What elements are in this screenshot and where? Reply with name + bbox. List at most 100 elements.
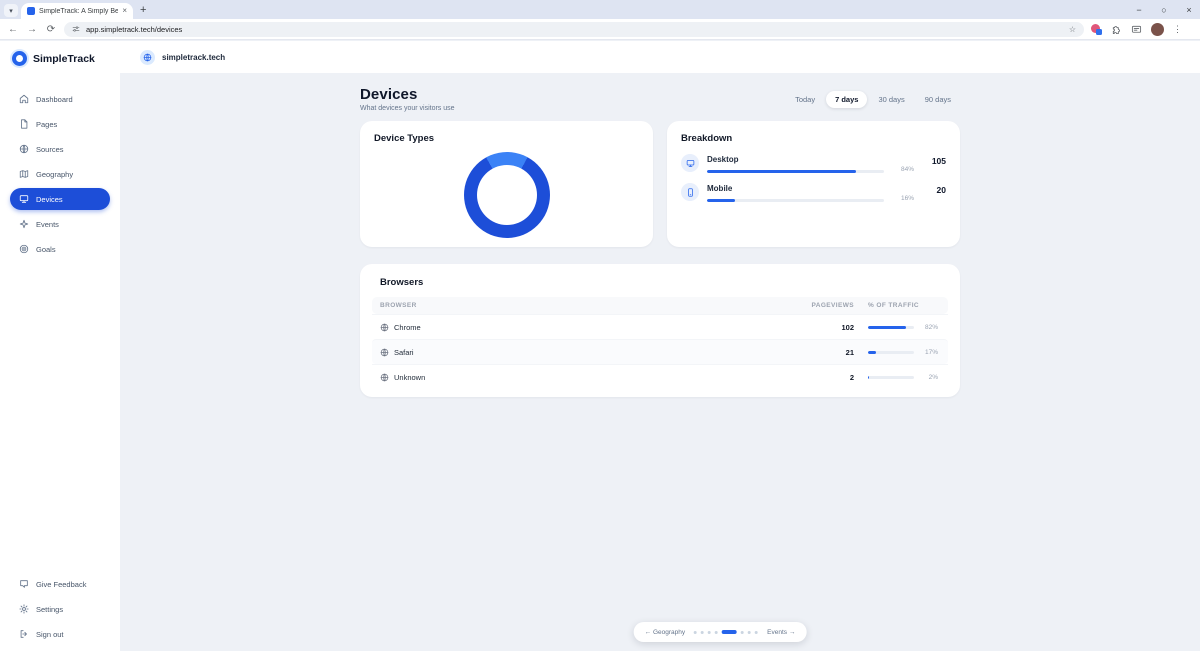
browser-globe-icon [380, 348, 389, 357]
traffic-bar-track [868, 376, 914, 379]
pager-dot[interactable] [748, 631, 751, 634]
browser-name: Safari [394, 348, 414, 357]
breakdown-pct: 16% [892, 195, 914, 202]
col-traffic: % OF TRAFFIC [854, 302, 940, 309]
browser-toolbar: ← → ⟳ app.simpletrack.tech/devices ☆ ⋮ [0, 19, 1200, 40]
breakdown-title: Breakdown [681, 133, 946, 144]
browser-menu-icon[interactable]: ⋮ [1173, 24, 1182, 35]
pager-dot[interactable] [741, 631, 744, 634]
tab-close-icon[interactable]: × [122, 7, 127, 15]
breakdown-value: 105 [922, 156, 946, 166]
pager-dot[interactable] [708, 631, 711, 634]
tab-search-button[interactable]: ▾ [4, 4, 18, 17]
extension-badge [1096, 29, 1102, 35]
browsers-title: Browsers [380, 277, 940, 288]
range-90days-button[interactable]: 90 days [916, 91, 960, 108]
site-globe-icon [140, 50, 155, 65]
sidebar-item-signout[interactable]: Sign out [10, 623, 110, 645]
pager-next-link[interactable]: Events → [767, 629, 795, 636]
window-minimize-button[interactable]: − [1134, 5, 1144, 15]
cast-icon[interactable] [1131, 24, 1142, 35]
address-bar[interactable]: app.simpletrack.tech/devices ☆ [64, 22, 1084, 37]
extension-icon[interactable] [1091, 24, 1102, 35]
range-7days-button[interactable]: 7 days [826, 91, 867, 108]
pager-dot[interactable] [755, 631, 758, 634]
browser-globe-icon [380, 373, 389, 382]
site-name[interactable]: simpletrack.tech [162, 53, 225, 62]
browser-tab-strip: ▾ SimpleTrack: A Simply Beautifu × + − ○… [0, 0, 1200, 19]
simpletrack-logo-icon [12, 51, 27, 66]
traffic-pct: 17% [920, 349, 938, 356]
page-title: Devices [360, 86, 455, 103]
pager-prev-link[interactable]: ← Geography [645, 629, 685, 636]
chevron-down-icon: ▾ [9, 7, 13, 15]
sidebar: SimpleTrack Dashboard Pages Sources Geo [0, 41, 120, 651]
traffic-pct: 82% [920, 324, 938, 331]
browser-globe-icon [380, 323, 389, 332]
table-row-safari[interactable]: Safari 21 17% [372, 339, 948, 364]
sidebar-item-goals[interactable]: Goals [10, 238, 110, 260]
sidebar-item-sources[interactable]: Sources [10, 138, 110, 160]
sidebar-item-feedback[interactable]: Give Feedback [10, 573, 110, 595]
traffic-bar-fill [868, 376, 869, 379]
traffic-bar-track [868, 351, 914, 354]
sidebar-item-events[interactable]: Events [10, 213, 110, 235]
breakdown-label: Mobile [707, 184, 884, 193]
section-pager: ← Geography Events → [634, 622, 807, 642]
map-icon [19, 169, 29, 179]
profile-avatar[interactable] [1151, 23, 1164, 36]
reload-icon[interactable]: ⟳ [45, 24, 57, 35]
browsers-table-header: BROWSER PAGEVIEWS % OF TRAFFIC [372, 297, 948, 314]
table-row-unknown[interactable]: Unknown 2 2% [372, 364, 948, 389]
pageviews-value: 21 [792, 348, 854, 357]
table-row-chrome[interactable]: Chrome 102 82% [372, 314, 948, 339]
site-topbar: simpletrack.tech [120, 41, 1200, 73]
breakdown-bar-fill [707, 199, 735, 202]
window-close-button[interactable]: × [1184, 5, 1194, 15]
breakdown-card: Breakdown Desktop 84% 105 [667, 121, 960, 247]
spark-icon [19, 219, 29, 229]
traffic-bar-fill [868, 351, 876, 354]
desktop-icon [681, 154, 699, 172]
breakdown-row-desktop: Desktop 84% 105 [681, 154, 946, 173]
sidebar-item-devices[interactable]: Devices [10, 188, 110, 210]
breakdown-bar-fill [707, 170, 856, 173]
page-header: Devices What devices your visitors use [360, 86, 455, 112]
sidebar-item-settings[interactable]: Settings [10, 598, 110, 620]
target-icon [19, 244, 29, 254]
browser-name: Unknown [394, 373, 425, 382]
range-30days-button[interactable]: 30 days [869, 91, 913, 108]
window-maximize-button[interactable]: ○ [1159, 5, 1169, 15]
forward-icon[interactable]: → [26, 24, 38, 35]
sidebar-item-dashboard[interactable]: Dashboard [10, 88, 110, 110]
sidebar-item-geography[interactable]: Geography [10, 163, 110, 185]
col-browser: BROWSER [380, 302, 792, 309]
brand-name: SimpleTrack [33, 53, 95, 65]
site-info-icon[interactable] [72, 25, 80, 33]
breakdown-pct: 84% [892, 166, 914, 173]
new-tab-button[interactable]: + [140, 4, 146, 16]
back-icon[interactable]: ← [7, 24, 19, 35]
brand: SimpleTrack [12, 51, 110, 66]
pager-dot[interactable] [715, 631, 718, 634]
range-today-button[interactable]: Today [786, 91, 824, 108]
device-types-title: Device Types [374, 133, 639, 144]
sign-out-icon [19, 629, 29, 639]
pager-dot-active[interactable] [722, 630, 737, 634]
mobile-icon [681, 183, 699, 201]
pageviews-value: 2 [792, 373, 854, 382]
home-icon [19, 94, 29, 104]
bookmark-star-icon[interactable]: ☆ [1069, 25, 1076, 34]
globe-icon [19, 144, 29, 154]
pager-dot[interactable] [694, 631, 697, 634]
extensions-puzzle-icon[interactable] [1111, 24, 1122, 35]
sidebar-item-pages[interactable]: Pages [10, 113, 110, 135]
url-text: app.simpletrack.tech/devices [86, 25, 1063, 34]
pageviews-value: 102 [792, 323, 854, 332]
chat-icon [19, 579, 29, 589]
browser-tab[interactable]: SimpleTrack: A Simply Beautifu × [21, 3, 133, 19]
traffic-bar-track [868, 326, 914, 329]
pager-dot[interactable] [701, 631, 704, 634]
browsers-card: Browsers BROWSER PAGEVIEWS % OF TRAFFIC … [360, 264, 960, 397]
device-donut-chart [464, 152, 550, 238]
